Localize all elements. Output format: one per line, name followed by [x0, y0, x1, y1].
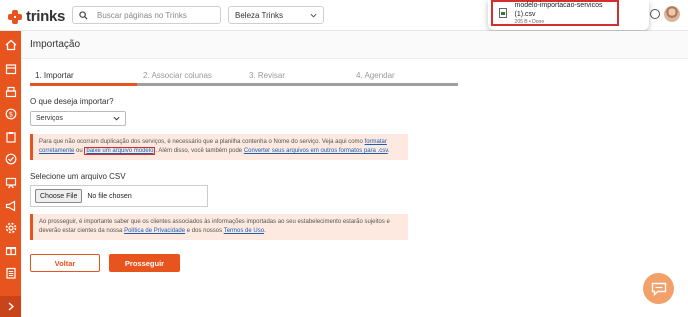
store-icon[interactable] [4, 62, 17, 75]
file-input[interactable]: Choose File No file chosen [30, 185, 208, 207]
search-icon [79, 10, 88, 20]
import-type-label: O que deseja importar? [30, 97, 114, 106]
help-icon[interactable] [650, 9, 660, 19]
import-type-select[interactable]: Serviços [30, 111, 126, 126]
step-importar: 1. Importar [35, 71, 74, 80]
privacy-policy-link[interactable]: Política de Privacidade [124, 228, 185, 234]
back-button[interactable]: Voltar [30, 254, 100, 272]
import-type-value: Serviços [36, 115, 63, 122]
step-associar-colunas: 2. Associar colunas [143, 71, 212, 80]
chat-icon [651, 282, 666, 296]
salon-select-value: Beleza Trinks [235, 10, 284, 20]
duplication-alert: Para que não ocorram duplicação dos serv… [30, 134, 408, 160]
page-title: Importação [30, 39, 81, 50]
alert2-text-c: . [264, 228, 266, 234]
terms-link[interactable]: Termos de Uso [224, 228, 264, 234]
alert1-text-a: Para que não ocorram duplicação dos serv… [39, 139, 365, 145]
logo[interactable]: trinks [8, 8, 65, 25]
alert2-text-b: e dos nossos [185, 228, 224, 234]
check-icon[interactable] [4, 152, 17, 165]
stepper-progress [30, 83, 137, 86]
chevron-right-icon [8, 302, 14, 311]
clipboard-icon[interactable] [4, 130, 17, 143]
alert1-text-d: . [387, 148, 390, 154]
download-popup: modelo-importacao-servicos (1).csv 205 B… [488, 0, 649, 30]
choose-file-button[interactable]: Choose File [35, 189, 83, 203]
chevron-down-icon [113, 116, 120, 121]
step-agendar: 4. Agendar [356, 71, 395, 80]
register-icon[interactable] [4, 85, 17, 98]
gear-icon[interactable] [4, 221, 17, 234]
sidebar-expand-button[interactable] [0, 296, 21, 317]
salon-select[interactable]: Beleza Trinks [228, 6, 324, 24]
privacy-alert: Ao prosseguir, é importante saber que os… [30, 214, 408, 240]
step-revisar: 3. Revisar [249, 71, 286, 80]
download-item[interactable]: modelo-importacao-servicos (1).csv 205 B… [491, 0, 619, 26]
download-meta: 205 B • Done [514, 18, 545, 25]
main-content: Importação 1. Importar 2. Associar colun… [22, 31, 688, 317]
csv-label: Selecione um arquivo CSV [30, 172, 126, 181]
csv-file-icon [499, 8, 507, 18]
presentation-icon[interactable] [4, 176, 17, 189]
download-template-link[interactable]: baixe um arquivo modelo [84, 147, 156, 155]
alert1-text-c: . Além disso, você também pode [155, 148, 244, 154]
chat-button[interactable] [643, 273, 674, 304]
page-header: Importação [22, 31, 688, 59]
avatar[interactable] [664, 6, 680, 22]
file-status: No file chosen [87, 192, 132, 200]
svg-text:$: $ [8, 110, 12, 118]
gift-icon[interactable] [4, 243, 17, 256]
megaphone-icon[interactable] [4, 199, 17, 212]
alert1-text-b: ou [74, 148, 85, 154]
logo-mark-icon [8, 9, 22, 24]
logo-text: trinks [26, 8, 66, 25]
next-button[interactable]: Prosseguir [109, 254, 180, 272]
money-icon[interactable]: $ [4, 107, 17, 120]
convert-csv-link[interactable]: Converter seus arquivos em outros format… [244, 148, 388, 154]
search-input[interactable] [97, 10, 207, 20]
search-box[interactable] [72, 6, 221, 24]
sidebar: $ [0, 31, 21, 317]
report-icon[interactable] [4, 266, 17, 279]
chevron-down-icon [310, 13, 317, 18]
stepper: 1. Importar 2. Associar colunas 3. Revis… [30, 71, 458, 89]
home-icon[interactable] [4, 38, 17, 51]
download-filename: modelo-importacao-servicos (1).csv [514, 1, 603, 18]
